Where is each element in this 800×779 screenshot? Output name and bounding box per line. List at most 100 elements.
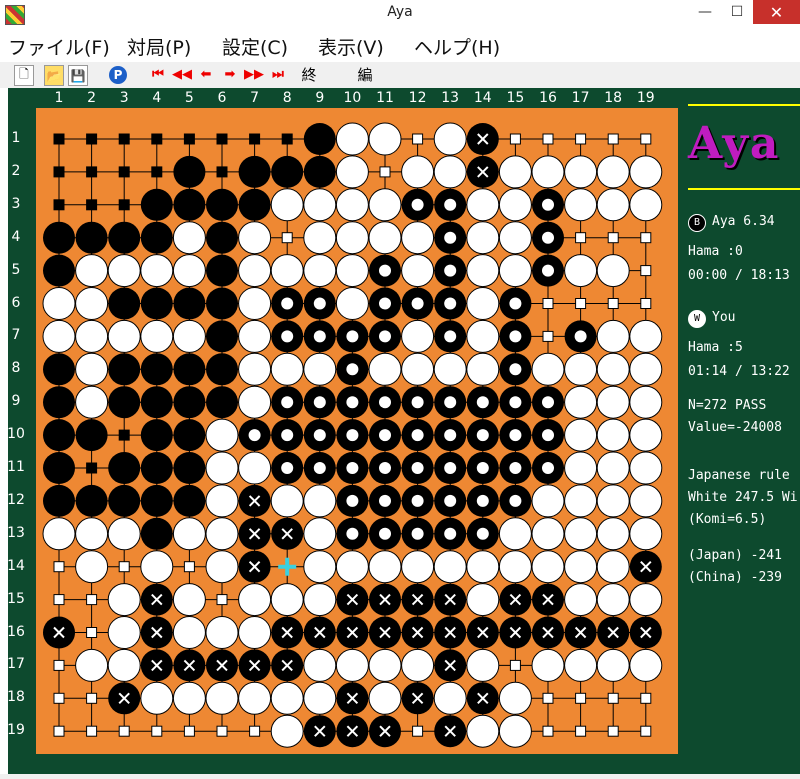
dead-marker <box>509 494 522 507</box>
dead-marker <box>444 527 457 540</box>
column-label: 9 <box>315 90 325 106</box>
row-label: 1 <box>11 130 21 146</box>
row-label: 14 <box>7 557 25 574</box>
last-move-icon[interactable]: ⏭ <box>268 65 288 84</box>
white-stone <box>564 418 598 452</box>
white-stone <box>433 122 467 156</box>
white-player-line: W You <box>688 310 735 328</box>
white-stone <box>498 681 532 715</box>
white-stone <box>401 319 435 353</box>
white-stone <box>205 517 239 551</box>
black-stone <box>173 155 206 188</box>
white-stone <box>596 385 630 419</box>
white-stone <box>401 155 435 189</box>
row-label: 10 <box>7 426 25 443</box>
maximize-button[interactable]: ☐ <box>722 0 752 24</box>
black-territory-marker <box>86 462 98 474</box>
save-icon[interactable]: 💾 <box>68 65 88 86</box>
white-stone <box>270 583 304 617</box>
dead-marker <box>509 462 522 474</box>
dead-marker <box>542 429 554 442</box>
menu-file[interactable]: ファイル(F) <box>8 33 110 60</box>
dead-marker <box>379 429 391 442</box>
dead-marker <box>346 429 359 442</box>
white-stone <box>107 583 141 617</box>
column-label: 19 <box>636 90 655 106</box>
end-button[interactable]: 終 <box>298 65 320 84</box>
go-board[interactable] <box>36 108 678 754</box>
white-stone <box>75 385 109 419</box>
white-stone <box>498 254 532 288</box>
white-stone <box>564 451 598 485</box>
menu-view[interactable]: 表示(V) <box>318 33 384 60</box>
column-label: 10 <box>343 90 362 106</box>
dead-marker <box>379 297 391 310</box>
white-territory-marker <box>509 133 521 145</box>
dead-marker <box>444 396 457 409</box>
black-territory-marker <box>249 133 261 145</box>
white-stone <box>335 648 369 682</box>
white-stone <box>238 451 272 485</box>
white-stone <box>238 319 272 353</box>
dead-marker <box>509 330 522 343</box>
black-territory-marker <box>86 166 98 178</box>
back-fast-icon[interactable]: ◀◀ <box>172 65 192 84</box>
rule-text: Japanese rule <box>688 468 790 483</box>
white-stone <box>564 648 598 682</box>
white-stone <box>335 221 369 255</box>
dead-marker <box>509 396 522 409</box>
white-territory-marker <box>575 232 587 244</box>
dead-marker <box>574 330 587 343</box>
white-territory-marker <box>640 265 652 277</box>
dead-marker <box>542 396 554 409</box>
black-stone <box>173 188 206 221</box>
black-stone <box>303 155 336 188</box>
white-territory-marker <box>542 692 554 704</box>
edit-button[interactable]: 編 <box>354 65 376 84</box>
dead-marker <box>411 462 424 474</box>
column-label: 3 <box>119 90 129 106</box>
menu-settings[interactable]: 設定(C) <box>222 33 288 60</box>
white-stone <box>303 188 337 222</box>
white-stone <box>498 550 532 584</box>
white-stone <box>368 352 402 386</box>
forward-icon[interactable]: ➡ <box>220 65 240 84</box>
white-stone <box>433 352 467 386</box>
dead-marker <box>411 297 424 310</box>
black-stone <box>206 386 238 419</box>
white-stone <box>75 517 109 551</box>
white-stone <box>238 583 272 617</box>
white-stone <box>433 155 467 189</box>
menu-help[interactable]: ヘルプ(H) <box>414 33 500 60</box>
black-territory-marker <box>281 133 293 145</box>
row-label: 4 <box>11 228 21 245</box>
white-stone <box>433 550 467 584</box>
close-button[interactable]: ✕ <box>753 0 800 24</box>
white-stone <box>564 188 598 222</box>
minimize-button[interactable]: — <box>690 0 720 24</box>
divider <box>688 188 800 190</box>
open-file-icon[interactable]: 📂 <box>44 65 64 86</box>
dead-marker <box>476 462 489 474</box>
back-icon[interactable]: ⬅ <box>196 65 216 84</box>
pass-button[interactable]: P <box>108 65 128 84</box>
aya-logo: Aya <box>688 118 781 169</box>
board-grid[interactable] <box>36 108 678 754</box>
toolbar: 🗋 📂 💾 P ⏮ ◀◀ ⬅ ➡ ▶▶ ⏭ 終 編 <box>0 62 800 88</box>
new-file-icon[interactable]: 🗋 <box>14 65 34 86</box>
white-stone <box>238 352 272 386</box>
white-stone <box>303 254 337 288</box>
white-stone <box>368 648 402 682</box>
first-move-icon[interactable]: ⏮ <box>148 65 168 84</box>
menu-game[interactable]: 対局(P) <box>127 33 191 60</box>
black-stone <box>43 386 75 419</box>
black-stone <box>43 484 75 517</box>
black-stone <box>43 221 75 254</box>
komi-text: (Komi=6.5) <box>688 512 767 527</box>
white-stone <box>466 352 500 386</box>
white-stone <box>629 385 663 419</box>
white-territory-marker <box>216 594 228 606</box>
dead-marker <box>379 396 391 409</box>
dead-marker <box>379 264 391 277</box>
forward-fast-icon[interactable]: ▶▶ <box>244 65 264 84</box>
